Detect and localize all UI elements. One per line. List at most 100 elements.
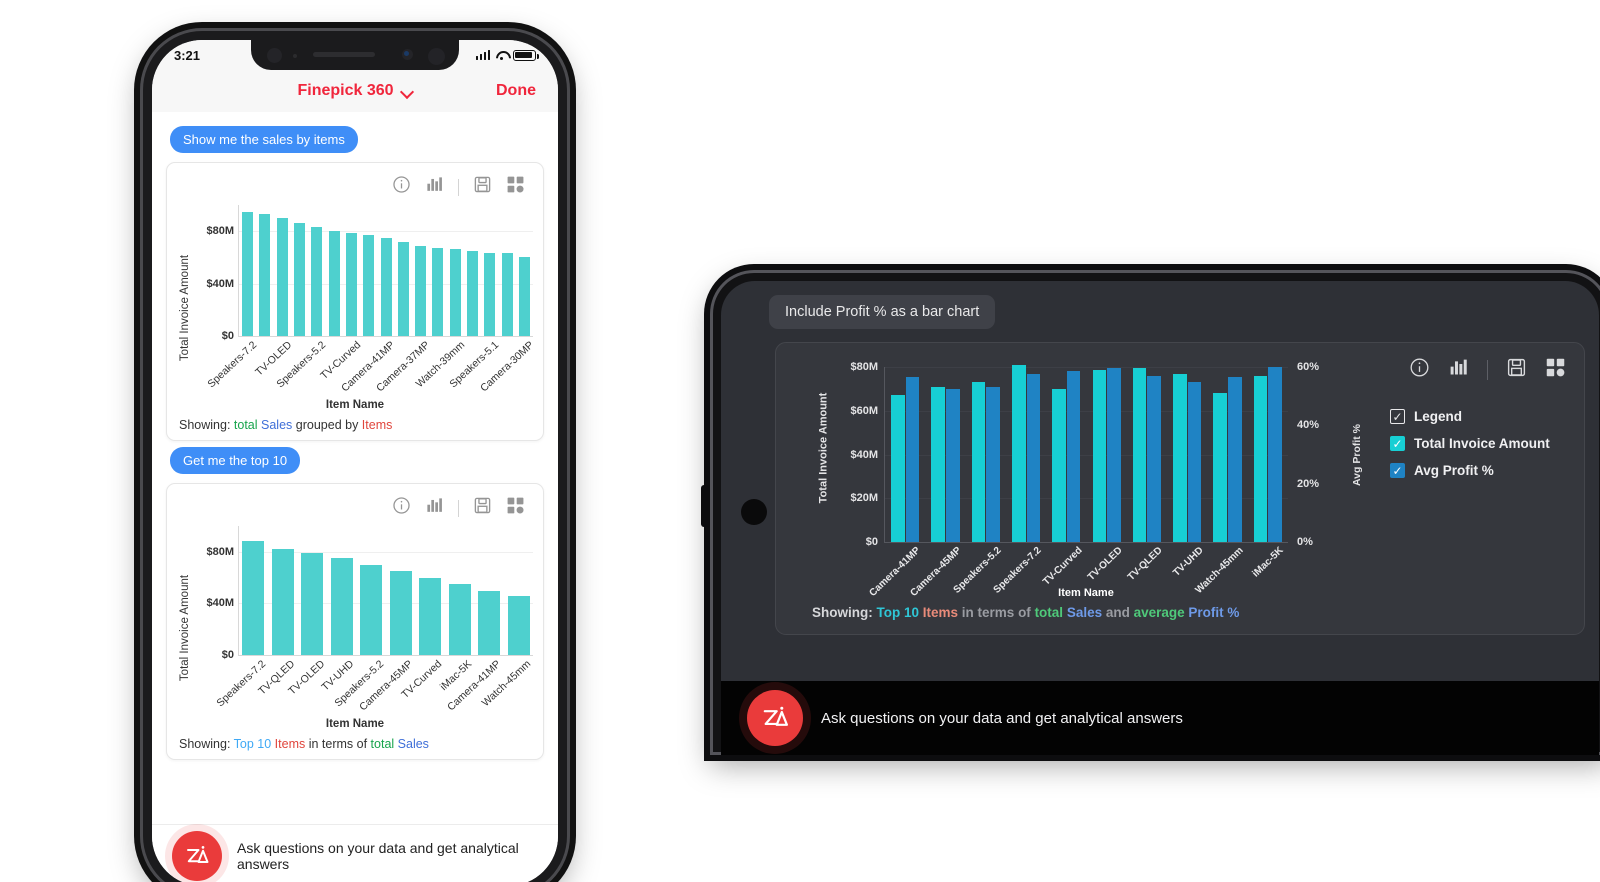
ask-input-placeholder[interactable]: Ask questions on your data and get analy…: [237, 840, 538, 872]
android-side-button[interactable]: [701, 485, 710, 527]
android-screen: Include Profit % as a bar chart Total In…: [721, 281, 1599, 755]
bar[interactable]: [415, 245, 427, 336]
user-message-bubble: Include Profit % as a bar chart: [769, 295, 996, 329]
legend-toggle-row[interactable]: ✓ Legend: [1390, 409, 1574, 424]
bar[interactable]: [397, 242, 409, 336]
chart-3-y2-axis-title: Avg Profit %: [1351, 423, 1363, 486]
series-checkbox-total-invoice-amount[interactable]: ✓: [1390, 436, 1405, 451]
ask-input-placeholder[interactable]: Ask questions on your data and get analy…: [821, 710, 1183, 727]
bar[interactable]: [293, 223, 305, 336]
chart-1-plot-area: $0 $40M $80M: [206, 205, 533, 342]
bar[interactable]: [478, 590, 501, 655]
y-tick-label: $40M: [206, 277, 234, 290]
bar-total-invoice-amount[interactable]: [1052, 388, 1066, 542]
bar[interactable]: [432, 247, 444, 336]
chart-1-x-axis-title: Item Name: [325, 399, 385, 411]
chat-scroll-area[interactable]: Show me the sales by items Total Invoice…: [152, 112, 558, 824]
chart-2-x-axis-title: Item Name: [325, 718, 385, 730]
bar-total-invoice-amount[interactable]: [891, 395, 905, 542]
bar[interactable]: [519, 257, 530, 336]
bar[interactable]: [328, 230, 340, 336]
workspace-selector[interactable]: Finepick 360: [297, 82, 412, 100]
zia-logo-icon[interactable]: [747, 690, 803, 746]
bar-avg-profit[interactable]: [1107, 368, 1121, 542]
bar[interactable]: [360, 564, 383, 655]
bar[interactable]: [311, 227, 323, 336]
legend-series-row[interactable]: ✓ Total Invoice Amount: [1390, 436, 1574, 451]
chart-3-legend-panel: ✓ Legend ✓ Total Invoice Amount ✓ Avg Pr…: [1384, 353, 1574, 599]
chart-3-body: Total Invoice Amount Avg Profit % $0 $20M…: [786, 353, 1574, 599]
bar[interactable]: [363, 235, 375, 336]
bar[interactable]: [345, 233, 357, 336]
info-icon[interactable]: [1409, 357, 1430, 383]
info-icon[interactable]: [392, 496, 411, 520]
bar-total-invoice-amount[interactable]: [1253, 375, 1268, 542]
y-tick-label: $20M: [850, 492, 878, 505]
bar-avg-profit[interactable]: [1026, 374, 1041, 542]
series-checkbox-avg-profit[interactable]: ✓: [1390, 463, 1405, 478]
legend-series-row[interactable]: ✓ Avg Profit %: [1390, 463, 1574, 478]
bar-total-invoice-amount[interactable]: [971, 382, 986, 542]
bar[interactable]: [448, 584, 471, 655]
bar-total-invoice-amount[interactable]: [1173, 373, 1187, 542]
done-button[interactable]: Done: [496, 82, 536, 100]
y2-tick-label: 40%: [1297, 419, 1320, 432]
save-floppy-icon[interactable]: [473, 175, 492, 199]
cellular-bars-icon: [475, 50, 490, 60]
chart-1-y-axis-title: Total Invoice Amount: [179, 254, 192, 362]
bar-avg-profit[interactable]: [1268, 367, 1282, 542]
bar-group: [1253, 367, 1282, 542]
bar[interactable]: [301, 553, 324, 655]
bar[interactable]: [501, 253, 513, 336]
battery-icon: [513, 49, 539, 61]
ios-ask-bar[interactable]: Ask questions on your data and get analy…: [152, 824, 558, 882]
y-tick-label: $0: [865, 536, 878, 548]
bar[interactable]: [242, 211, 253, 336]
bar[interactable]: [276, 218, 288, 336]
add-widget-icon[interactable]: [506, 496, 525, 520]
bar-group: [891, 377, 920, 542]
bar-avg-profit[interactable]: [1187, 381, 1202, 542]
android-device-frame: Include Profit % as a bar chart Total In…: [701, 270, 1600, 755]
bar-avg-profit[interactable]: [1147, 375, 1162, 542]
bar-avg-profit[interactable]: [1228, 377, 1242, 542]
info-icon[interactable]: [392, 175, 411, 199]
bar-chart-icon[interactable]: [425, 496, 444, 520]
bar[interactable]: [467, 250, 479, 336]
y-tick-label: $0: [221, 649, 234, 661]
zia-logo-icon[interactable]: [172, 830, 222, 881]
bar-avg-profit[interactable]: [905, 377, 920, 542]
bar[interactable]: [449, 248, 461, 336]
bar[interactable]: [507, 595, 530, 655]
save-floppy-icon[interactable]: [473, 496, 492, 520]
bar-avg-profit[interactable]: [1066, 371, 1081, 542]
bar[interactable]: [389, 571, 412, 655]
x-tick-label: Speakers-7.2: [205, 339, 260, 391]
bar[interactable]: [484, 252, 496, 336]
add-widget-icon[interactable]: [506, 175, 525, 199]
notch-sensor2-icon: [428, 48, 445, 65]
bar-total-invoice-amount[interactable]: [931, 386, 945, 542]
series-label: Avg Profit %: [1414, 463, 1494, 478]
android-ask-bar[interactable]: Ask questions on your data and get analy…: [721, 681, 1599, 755]
bar-avg-profit[interactable]: [945, 388, 960, 542]
bar[interactable]: [271, 549, 294, 655]
bar-total-invoice-amount[interactable]: [1132, 368, 1147, 542]
bar[interactable]: [242, 541, 264, 655]
legend-checkbox[interactable]: ✓: [1390, 409, 1405, 424]
y-tick-label: $40M: [850, 448, 878, 461]
bar-chart-icon[interactable]: [1448, 357, 1469, 383]
add-widget-icon[interactable]: [1545, 357, 1566, 383]
bar-avg-profit[interactable]: [986, 387, 1000, 542]
bar-total-invoice-amount[interactable]: [1011, 364, 1026, 542]
bar[interactable]: [380, 237, 392, 336]
bar-total-invoice-amount[interactable]: [1213, 393, 1228, 542]
bar-chart-icon[interactable]: [425, 175, 444, 199]
toolbar-divider: [1487, 360, 1488, 380]
chart-card-3: Total Invoice Amount Avg Profit % $0 $20M…: [775, 342, 1585, 635]
bar[interactable]: [330, 558, 353, 655]
bar[interactable]: [259, 214, 271, 336]
bar-total-invoice-amount[interactable]: [1092, 370, 1107, 542]
bar[interactable]: [419, 577, 442, 655]
save-floppy-icon[interactable]: [1506, 357, 1527, 383]
